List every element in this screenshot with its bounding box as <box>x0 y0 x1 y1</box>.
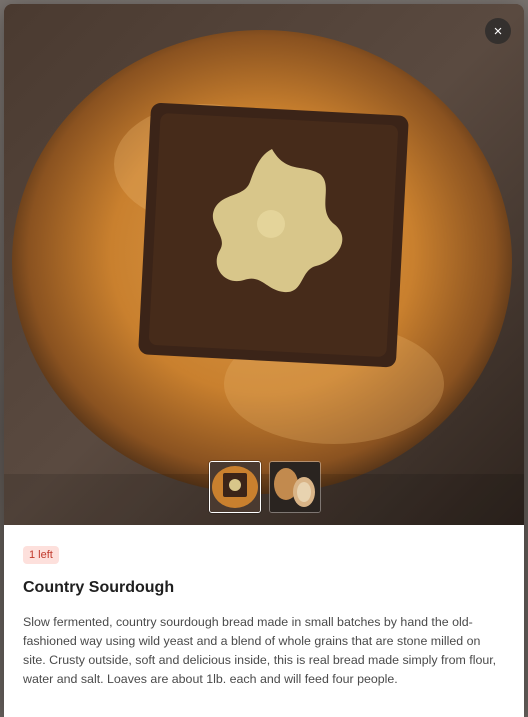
thumbnail-2[interactable] <box>269 461 321 513</box>
product-image <box>4 4 524 525</box>
stock-badge: 1 left <box>23 546 59 564</box>
close-icon: × <box>493 22 503 40</box>
product-modal: × 1 left Country Sourdough Slow fermente… <box>4 4 524 717</box>
product-image-gallery: × <box>4 4 524 525</box>
product-details: 1 left Country Sourdough Slow fermented,… <box>4 525 524 689</box>
close-button[interactable]: × <box>485 18 511 44</box>
product-title: Country Sourdough <box>23 579 175 596</box>
thumbnail-2-image <box>270 462 320 512</box>
thumbnail-1-image <box>210 462 260 512</box>
thumbnail-strip <box>209 461 321 513</box>
thumbnail-1[interactable] <box>209 461 261 513</box>
product-description: Slow fermented, country sourdough bread … <box>23 615 497 686</box>
